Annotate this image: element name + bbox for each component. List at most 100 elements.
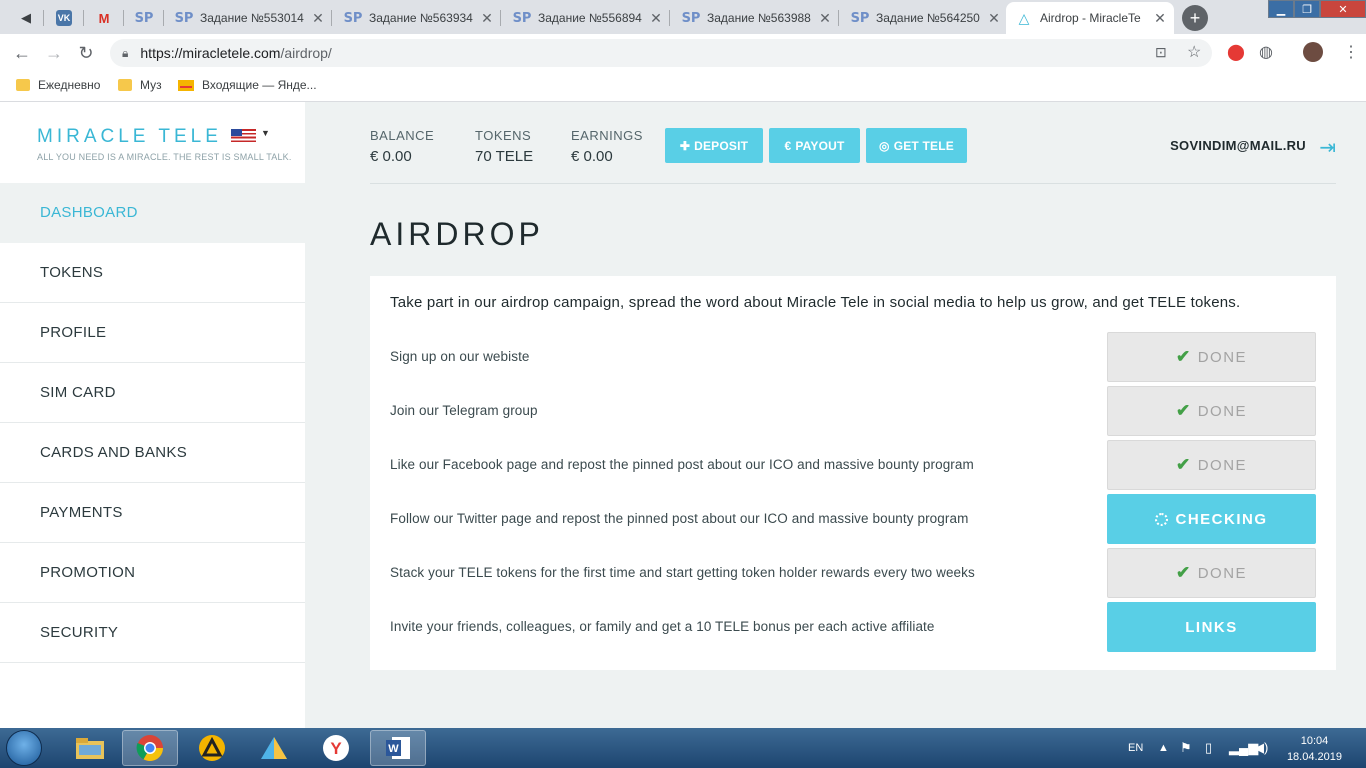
tokens-value: 70 TELE [475,148,534,165]
close-tab-icon[interactable]: ✕ [984,10,1004,27]
tab-airdrop[interactable]: △ Airdrop - MiracleTe ✕ [1006,2,1174,34]
close-tab-icon[interactable]: ✕ [308,10,328,27]
reload-icon[interactable]: ↻ [76,43,96,63]
tokens-label: TOKENS [475,128,532,143]
tab-strip: ◀ VK M SP SP Задание №553014 ✕ SP Задани… [0,0,1366,34]
page: MIRACLE TELE ▼ ALL YOU NEED IS A MIRACLE… [0,102,1366,728]
close-tab-icon[interactable]: ✕ [815,10,835,27]
check-icon: ✔ [1175,347,1192,366]
chrome-icon[interactable] [122,730,178,766]
sp-icon: SP [850,10,870,26]
tab-task-556894[interactable]: SP Задание №556894 ✕ [504,2,670,34]
globe-icon[interactable]: ◍ [1259,42,1273,62]
clock-time: 10:04 [1300,735,1329,747]
button-label: DONE [1197,348,1248,366]
user-email[interactable]: SOVINDIM@MAIL.RU [1170,138,1306,153]
power-icon[interactable]: ▯ [1205,728,1212,768]
button-label: DONE [1197,456,1248,474]
token-icon: ◎ [879,138,890,153]
action-center-icon[interactable]: ⚑ [1180,728,1192,768]
back-icon[interactable]: ← [12,43,32,63]
profile-avatar[interactable] [1303,42,1323,62]
done-button[interactable]: ✔ DONE [1107,440,1316,490]
app-triangle-icon[interactable] [184,730,240,766]
tab-task-553014[interactable]: SP Задание №553014 ✕ [166,2,332,34]
close-window-button[interactable]: ✕ [1320,0,1366,18]
app-prism-icon[interactable] [246,730,302,766]
tab-title: Задание №563934 [369,11,473,25]
new-tab-button[interactable]: + [1182,5,1208,31]
tab-audio[interactable]: ◀ [8,2,44,34]
button-label: LINKS [1185,618,1238,636]
get-tele-button[interactable]: ◎ GET TELE [866,128,967,163]
close-tab-icon[interactable]: ✕ [646,10,666,27]
tab-title: Задание №556894 [538,11,642,25]
sidebar-item-cards-and-banks[interactable]: CARDS AND BANKS [0,423,305,483]
menu-dots-icon[interactable]: ⋮ [1343,42,1359,62]
done-button[interactable]: ✔ DONE [1107,386,1316,436]
sidebar-item-sim-card[interactable]: SIM CARD [0,363,305,423]
tab-vk[interactable]: VK [46,2,84,34]
checking-button[interactable]: CHECKING [1107,494,1316,544]
links-button[interactable]: LINKS [1107,602,1316,652]
sidebar-item-dashboard[interactable]: DASHBOARD [0,183,305,243]
forward-icon[interactable]: → [44,43,64,63]
yandex-browser-icon[interactable]: Y [308,730,364,766]
sp-icon: SP [681,10,701,26]
minimize-button[interactable]: ▁ [1268,0,1294,18]
task-text: Sign up on our webiste [390,349,530,364]
done-button[interactable]: ✔ DONE [1107,548,1316,598]
sidebar-item-promotion[interactable]: PROMOTION [0,543,305,603]
system-clock[interactable]: 10:04 18.04.2019 [1287,733,1342,765]
earnings-stat: EARNINGS € 0.00 [571,128,643,165]
tagline: ALL YOU NEED IS A MIRACLE. THE REST IS S… [37,152,292,162]
language-indicator[interactable]: EN [1128,728,1143,768]
logout-icon[interactable]: ⇥ [1319,135,1336,160]
tab-task-563988[interactable]: SP Задание №563988 ✕ [673,2,839,34]
balance-label: BALANCE [370,128,435,143]
word-icon[interactable]: W [370,730,426,766]
yandex-mail-icon [178,79,194,91]
sp-icon: SP [134,10,154,26]
deposit-button[interactable]: ✚ DEPOSIT [665,128,763,163]
done-button[interactable]: ✔ DONE [1107,332,1316,382]
bookmark-star-icon[interactable]: ☆ [1187,42,1201,62]
euro-icon: € [784,138,792,153]
bookmark-daily[interactable]: Ежедневно [16,78,100,92]
tab-title: Задание №553014 [200,11,304,25]
taskbar: Y W EN ▲ ⚑ ▯ ▂▄▆ ◀) 10:04 18.04.2019 [0,728,1366,768]
payout-button[interactable]: € PAYOUT [769,128,860,163]
sp-icon: SP [343,10,363,26]
tab-task-564250[interactable]: SP Задание №564250 ✕ [842,2,1008,34]
start-button[interactable] [6,730,42,766]
volume-icon[interactable]: ◀) [1254,728,1268,768]
sidebar-item-payments[interactable]: PAYMENTS [0,483,305,543]
sidebar-item-profile[interactable]: PROFILE [0,303,305,363]
tray-expand-icon[interactable]: ▲ [1158,728,1169,768]
lock-icon: 🔒︎ [122,45,129,60]
explorer-icon[interactable] [62,730,118,766]
bookmark-muz[interactable]: Муз [118,78,162,92]
folder-icon [118,79,132,91]
task-row: Sign up on our webiste ✔ DONE [390,332,1316,382]
url-field[interactable]: 🔒︎ https://miracletele.com/airdrop/ [110,39,1212,67]
sp-icon: SP [512,10,532,26]
logo[interactable]: MIRACLE TELE [37,126,222,148]
tab-task-563934[interactable]: SP Задание №563934 ✕ [335,2,501,34]
us-flag-icon[interactable] [231,129,256,142]
tab-sp[interactable]: SP [126,2,164,34]
maximize-button[interactable]: ❐ [1294,0,1320,18]
payout-label: PAYOUT [795,138,845,153]
translate-icon[interactable]: ⊡ [1155,44,1167,61]
close-tab-icon[interactable]: ✕ [1150,10,1170,27]
clock-date: 18.04.2019 [1286,751,1342,763]
tab-gmail[interactable]: M [86,2,124,34]
close-tab-icon[interactable]: ✕ [477,10,497,27]
opera-icon[interactable]: ⬤ [1227,42,1245,62]
chevron-down-icon[interactable]: ▼ [261,128,270,138]
bookmark-inbox[interactable]: Входящие — Янде... [178,78,317,92]
bookmarks-bar: Ежедневно Муз Входящие — Янде... [0,72,1366,102]
sidebar-item-tokens[interactable]: TOKENS [0,243,305,303]
tab-title: Задание №564250 [876,11,980,25]
sidebar-item-security[interactable]: SECURITY [0,603,305,663]
